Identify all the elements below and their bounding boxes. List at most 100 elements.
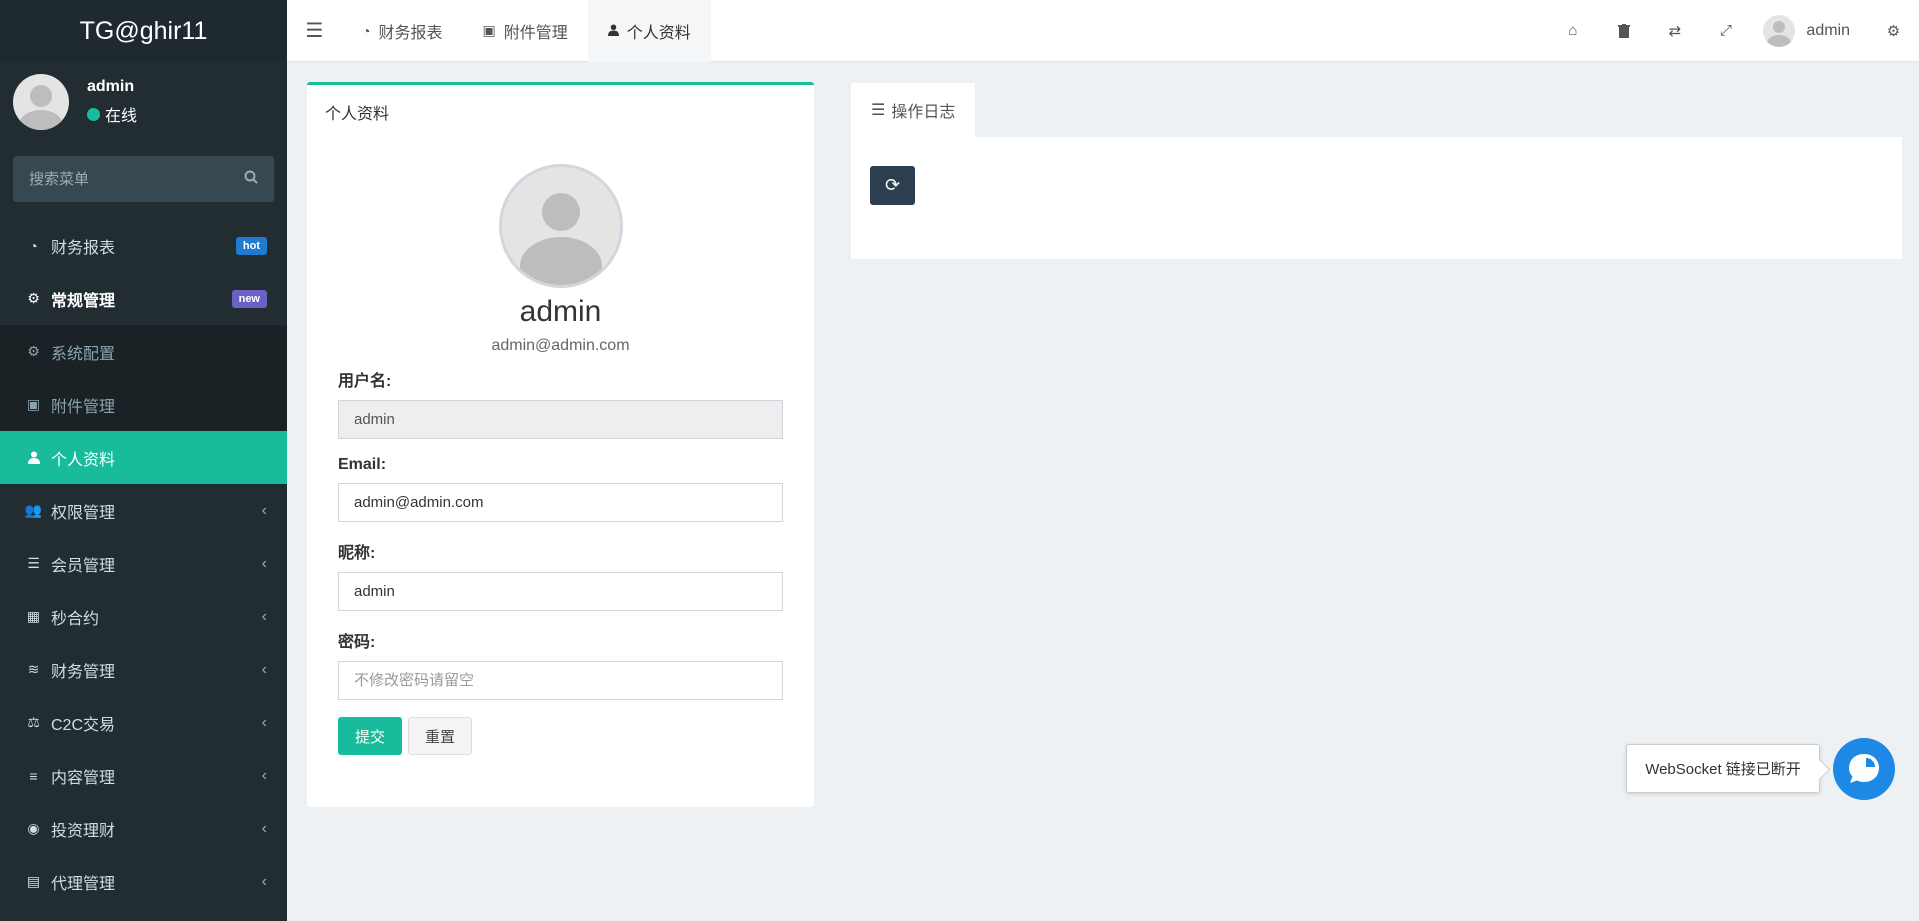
submit-button[interactable]: 提交	[338, 717, 403, 755]
top-user-menu[interactable]: admin	[1751, 14, 1868, 47]
sidebar-item-label: 财务管理	[51, 663, 116, 681]
tab-attachments[interactable]: ▣ 附件管理	[462, 0, 587, 62]
image-icon: ▣	[26, 396, 41, 412]
chevron-left-icon: ‹	[261, 819, 267, 837]
chevron-left-icon: ‹	[261, 554, 267, 572]
tab-operation-log[interactable]: ☰ 操作日志	[851, 83, 976, 137]
chevron-left-icon: ‹	[261, 501, 267, 519]
dashboard-icon: ◔	[362, 22, 371, 39]
new-badge: new	[231, 289, 267, 308]
sidebar-item-system-config[interactable]: ⚙ 系统配置	[0, 325, 287, 378]
sidebar-item-label: 常规管理	[51, 292, 116, 310]
profile-email: admin@admin.com	[491, 337, 630, 354]
sidebar-item-general[interactable]: ⚙ 常规管理 new	[0, 272, 287, 325]
top-user-name: admin	[1806, 21, 1850, 39]
chevron-left-icon: ‹	[261, 607, 267, 625]
sidebar-item-label: 系统配置	[51, 345, 116, 363]
user-name: admin	[87, 78, 135, 95]
user-icon	[607, 23, 619, 39]
reset-button[interactable]: 重置	[408, 717, 473, 755]
email-label: Email:	[338, 456, 387, 473]
search-icon[interactable]	[244, 170, 258, 189]
sidebar-item-label: 权限管理	[51, 504, 116, 522]
sidebar-item-label: 附件管理	[51, 398, 116, 416]
sidebar-item-finance-report[interactable]: ◔ 财务报表 hot	[0, 219, 287, 272]
sidebar-item-investment[interactable]: ◉ 投资理财 ‹	[0, 802, 287, 855]
chevron-left-icon: ‹	[261, 872, 267, 890]
topbar: ☰ ◔ 财务报表 ▣ 附件管理 个人资料 ⌂ ⇄ ⤢ admin ⚙	[287, 0, 1919, 62]
chat-button[interactable]	[1833, 738, 1895, 800]
group-icon: 👥	[24, 502, 43, 518]
sidebar-item-label: 代理管理	[51, 875, 116, 893]
avatar	[1763, 14, 1796, 47]
image-icon: ▣	[482, 22, 496, 38]
refresh-button[interactable]: ⟳	[870, 166, 915, 205]
sidebar-item-label: 会员管理	[51, 557, 116, 575]
dashboard-icon: ◔	[29, 237, 38, 254]
user-status-label: 在线	[105, 108, 138, 125]
profile-avatar[interactable]	[498, 164, 623, 288]
hot-badge: hot	[235, 236, 267, 255]
tab-finance-report[interactable]: ◔ 财务报表	[342, 0, 462, 62]
chevron-left-icon: ‹	[261, 766, 267, 784]
tab-label: 操作日志	[891, 104, 956, 121]
profile-name: admin	[519, 295, 602, 328]
sidebar-item-label: 个人资料	[51, 451, 116, 469]
chevron-left-icon: ‹	[261, 660, 267, 678]
list-icon: ☰	[871, 102, 886, 119]
nickname-field[interactable]	[338, 572, 783, 611]
user-icon	[25, 451, 42, 464]
sidebar-item-label: 投资理财	[51, 822, 116, 840]
language-icon[interactable]: ⇄	[1649, 0, 1700, 62]
cogs-icon: ⚙	[27, 290, 40, 306]
sidebar-toggle-icon[interactable]: ☰	[287, 0, 342, 62]
sidebar-item-c2c[interactable]: ⚖ C2C交易 ‹	[0, 696, 287, 749]
home-icon[interactable]: ⌂	[1547, 0, 1598, 62]
user-status: 在线	[87, 102, 137, 126]
profile-form: 用户名: Email: 昵称: 密码: 提交 重置	[307, 367, 814, 755]
fullscreen-icon[interactable]: ⤢	[1700, 0, 1751, 62]
sidebar-item-label: C2C交易	[51, 716, 116, 734]
sidebar-item-members[interactable]: ☰ 会员管理 ‹	[0, 537, 287, 590]
sidebar-item-profile[interactable]: 个人资料	[0, 431, 287, 484]
username-field[interactable]	[338, 400, 783, 439]
sidebar-item-label: 秒合约	[51, 610, 100, 628]
avatar	[13, 74, 69, 130]
menu-search-input[interactable]	[29, 170, 244, 188]
online-dot-icon	[87, 107, 100, 121]
operation-log-panel: ☰ 操作日志 ⟳	[851, 83, 1902, 259]
list-icon: ☰	[27, 555, 40, 571]
balance-icon: ⚖	[27, 714, 40, 730]
app-logo[interactable]: TG@ghir11	[0, 0, 287, 62]
password-field[interactable]	[338, 661, 783, 700]
menu-search	[13, 156, 274, 202]
chevron-left-icon: ‹	[261, 713, 267, 731]
sidebar: TG@ghir11 admin 在线 ◔ 财务报表 hot ⚙ 常规管理 new…	[0, 0, 287, 921]
password-label: 密码:	[338, 634, 376, 651]
sidebar-item-contract[interactable]: ▦ 秒合约 ‹	[0, 590, 287, 643]
settings-cogs-icon[interactable]: ⚙	[1868, 0, 1919, 62]
card-title: 个人资料	[325, 106, 390, 123]
websocket-status-tooltip: WebSocket 链接已断开	[1626, 744, 1820, 793]
gear-icon: ⚙	[27, 343, 40, 359]
sidebar-item-finance[interactable]: ≋ 财务管理 ‹	[0, 643, 287, 696]
email-field[interactable]	[338, 483, 783, 522]
sidebar-item-label: 内容管理	[51, 769, 116, 787]
profile-card: 个人资料 admin admin@admin.com 用户名: Email: 昵…	[307, 82, 814, 807]
sidebar-item-attachments[interactable]: ▣ 附件管理	[0, 378, 287, 431]
username-label: 用户名:	[338, 373, 392, 390]
database-icon: ≋	[27, 661, 40, 677]
nickname-label: 昵称:	[338, 545, 376, 562]
logo-text: TG@ghir11	[79, 16, 208, 45]
compass-icon: ◉	[27, 820, 40, 836]
sidebar-item-agents[interactable]: ▤ 代理管理 ‹	[0, 855, 287, 908]
websocket-status-text: WebSocket 链接已断开	[1645, 761, 1801, 778]
sidebar-item-permissions[interactable]: 👥 权限管理 ‹	[0, 484, 287, 537]
tab-profile[interactable]: 个人资料	[587, 0, 711, 62]
chat-bubble-icon	[1849, 754, 1879, 783]
sidebar-item-content[interactable]: ≡ 内容管理 ‹	[0, 749, 287, 802]
user-panel: admin 在线	[0, 62, 287, 142]
tab-label: 财务报表	[378, 24, 443, 42]
tab-label: 附件管理	[503, 24, 568, 42]
trash-icon[interactable]	[1598, 0, 1649, 62]
